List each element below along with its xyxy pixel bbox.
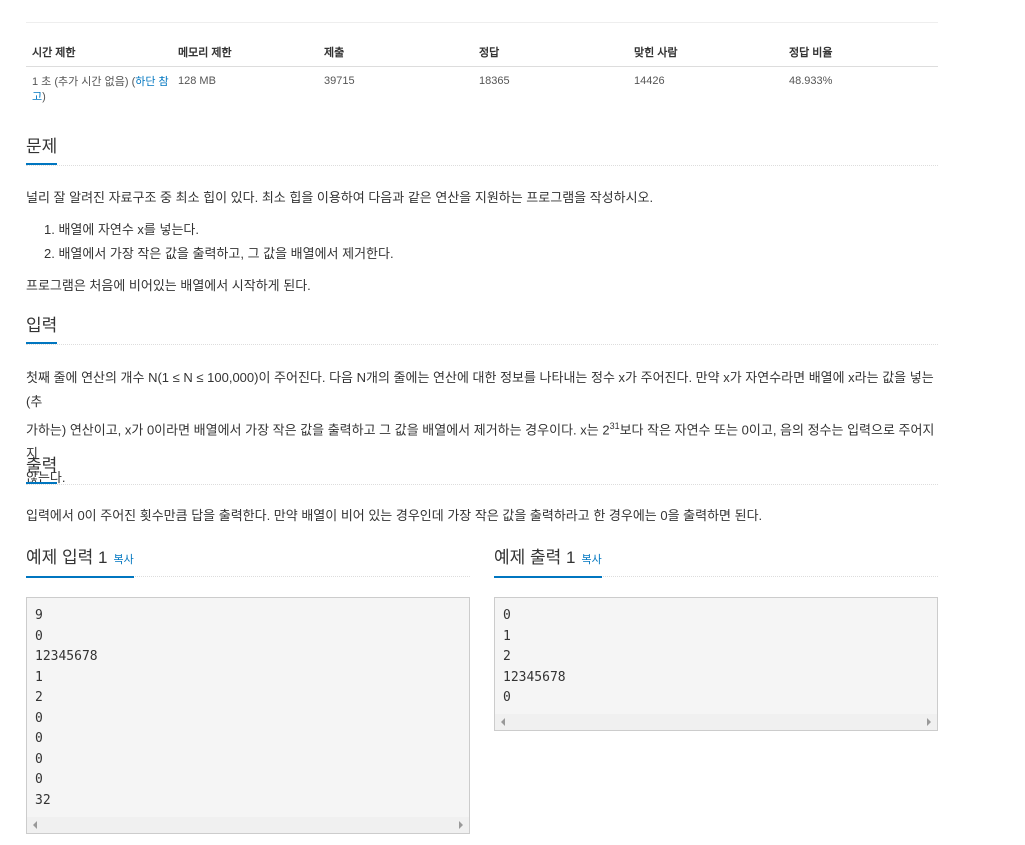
problem-headline: 문제 xyxy=(26,137,938,166)
header-accepted: 정답 xyxy=(479,47,500,59)
solvers-value: 14426 xyxy=(634,75,665,87)
code-line: 0 xyxy=(503,690,511,705)
exponent: 31 xyxy=(609,421,620,431)
time-limit-close: ) xyxy=(42,91,46,103)
ratio-value: 48.933% xyxy=(789,75,833,87)
list-item: 1. 배열에 자연수 x를 넣는다. xyxy=(44,222,200,237)
problem-title: 문제 xyxy=(26,137,58,165)
problem-outro: 프로그램은 처음에 비어있는 배열에서 시작하게 된다. xyxy=(26,278,311,293)
input-line-1: 첫째 줄에 연산의 개수 N(1 ≤ N ≤ 100,000)이 주어진다. 다… xyxy=(26,370,934,409)
code-line: 0 xyxy=(503,608,511,623)
scroll-left-icon[interactable] xyxy=(501,718,505,726)
code-line: 0 xyxy=(35,772,43,787)
sample-output-title-text: 예제 출력 1 xyxy=(494,548,576,567)
info-table-header: 시간 제한 메모리 제한 제출 정답 맞힌 사람 정답 비율 xyxy=(26,38,938,67)
sample-input-title-text: 예제 입력 1 xyxy=(26,548,108,567)
sample-input-lines: 9 0 12345678 1 2 0 0 0 0 32 xyxy=(27,598,469,811)
input-headline: 입력 xyxy=(26,316,938,345)
input-line-2-start: 가하는) 연산이고, x가 0이라면 배열에서 가장 작은 값을 출력하고 그 … xyxy=(26,422,610,438)
code-line: 0 xyxy=(35,751,43,767)
memory-limit-value: 128 MB xyxy=(178,75,216,87)
info-table-row: 1 초 (추가 시간 없음) (하단 참고) 128 MB 39715 1836… xyxy=(26,67,938,105)
output-title: 출력 xyxy=(26,456,58,484)
code-line: 1 xyxy=(503,628,511,644)
copy-input-button[interactable]: 복사 xyxy=(113,554,133,566)
scroll-left-icon[interactable] xyxy=(33,821,37,829)
code-line: 2 xyxy=(35,690,43,705)
sample-input-title: 예제 입력 1 복사 xyxy=(26,548,134,578)
scroll-right-icon[interactable] xyxy=(927,718,931,726)
header-solvers: 맞힌 사람 xyxy=(634,47,678,59)
sample-input-headline: 예제 입력 1 복사 xyxy=(26,548,470,578)
input-title: 입력 xyxy=(26,316,58,344)
sample-output-title: 예제 출력 1 복사 xyxy=(494,548,602,578)
horizontal-scrollbar[interactable] xyxy=(495,714,937,730)
code-line: 0 xyxy=(35,710,43,726)
header-memory-limit: 메모리 제한 xyxy=(178,47,232,59)
sample-input-box[interactable]: 9 0 12345678 1 2 0 0 0 0 32 xyxy=(26,597,470,834)
accepted-value: 18365 xyxy=(479,75,510,87)
problem-intro: 널리 잘 알려진 자료구조 중 최소 힙이 있다. 최소 힙을 이용하여 다음과… xyxy=(26,190,654,205)
list-item: 2. 배열에서 가장 작은 값을 출력하고, 그 값을 배열에서 제거한다. xyxy=(44,246,394,261)
header-submissions: 제출 xyxy=(324,47,345,59)
code-line: 0 xyxy=(35,628,43,644)
problem-info-table: 시간 제한 메모리 제한 제출 정답 맞힌 사람 정답 비율 1 초 (추가 시… xyxy=(26,38,938,105)
code-line: 9 xyxy=(35,608,43,623)
top-divider xyxy=(26,22,938,23)
scroll-right-icon[interactable] xyxy=(459,821,463,829)
code-line: 12345678 xyxy=(503,669,566,685)
operation-list: 1. 배열에 자연수 x를 넣는다. 2. 배열에서 가장 작은 값을 출력하고… xyxy=(44,218,394,266)
time-limit-text: 1 초 (추가 시간 없음) ( xyxy=(32,76,136,88)
header-time-limit: 시간 제한 xyxy=(32,47,76,59)
code-line: 32 xyxy=(35,792,51,808)
time-limit-value: 1 초 (추가 시간 없음) (하단 참고) xyxy=(26,75,172,105)
code-line: 12345678 xyxy=(35,649,98,664)
code-line: 2 xyxy=(503,649,511,664)
submissions-value: 39715 xyxy=(324,75,355,87)
horizontal-scrollbar[interactable] xyxy=(27,817,469,833)
code-line: 1 xyxy=(35,669,43,685)
sample-output-lines: 0 1 2 12345678 0 xyxy=(495,598,937,709)
header-ratio: 정답 비율 xyxy=(789,47,833,59)
output-headline: 출력 xyxy=(26,456,938,485)
sample-output-headline: 예제 출력 1 복사 xyxy=(494,548,938,578)
copy-output-button[interactable]: 복사 xyxy=(581,554,601,566)
code-line: 0 xyxy=(35,731,43,746)
sample-output-box[interactable]: 0 1 2 12345678 0 xyxy=(494,597,938,731)
output-description: 입력에서 0이 주어진 횟수만큼 답을 출력한다. 만약 배열이 비어 있는 경… xyxy=(26,508,763,523)
